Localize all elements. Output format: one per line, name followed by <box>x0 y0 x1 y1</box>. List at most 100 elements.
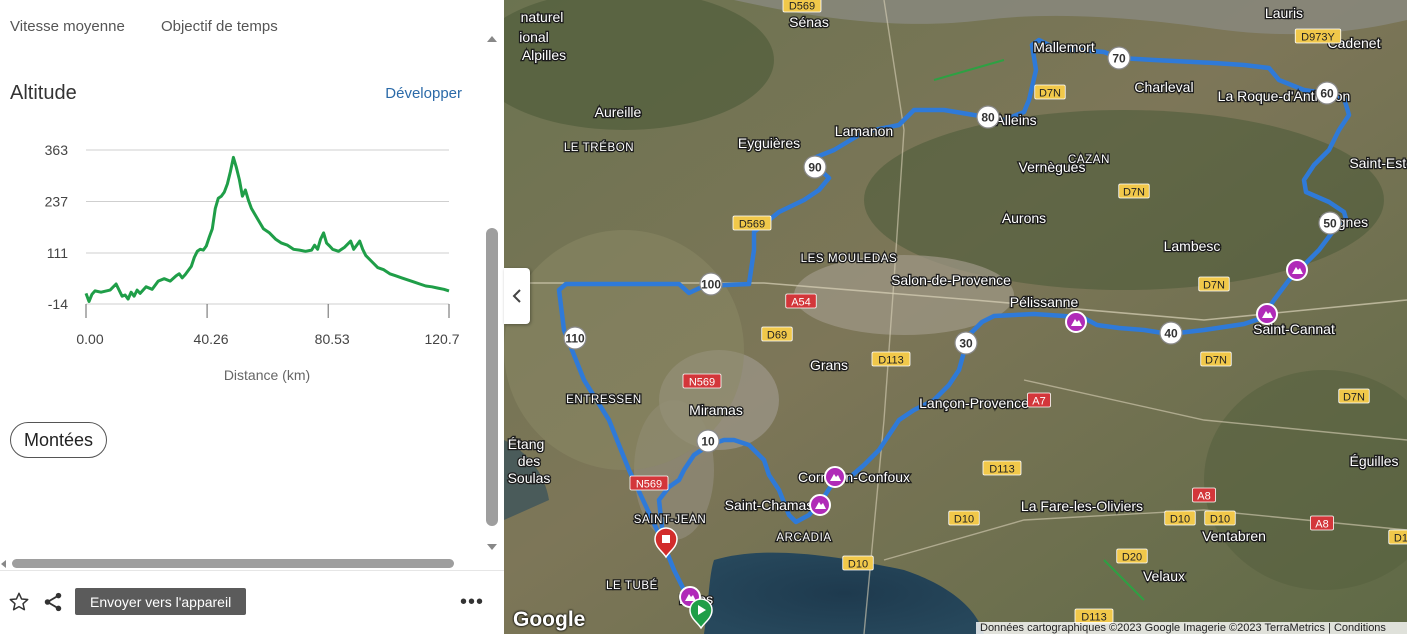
avg-speed-label: Vitesse moyenne <box>10 18 125 35</box>
collapse-panel-button[interactable] <box>504 268 530 324</box>
place-label: Cornillon-Confoux <box>798 469 910 485</box>
hscroll-thumb[interactable] <box>12 559 454 568</box>
km-marker: 60 <box>1315 81 1339 105</box>
place-label: LES MOULEDAS <box>801 253 898 265</box>
road-shield: D7N <box>1200 351 1232 367</box>
place-label: Alpilles <box>522 47 566 63</box>
road-label: D10 <box>1170 514 1190 526</box>
climb-marker-icon <box>809 494 831 516</box>
altitude-line <box>84 155 450 303</box>
road-label: D7N <box>1343 392 1365 404</box>
y-axis-ticks: 363 237 111 -14 <box>45 142 69 312</box>
place-label: Miramas <box>689 402 743 418</box>
road-label: D10 <box>848 559 868 571</box>
scroll-left-icon[interactable] <box>1 560 6 568</box>
road-shield: D973Y <box>1294 28 1342 44</box>
place-label: Ventabren <box>1202 528 1266 544</box>
road-label: D69 <box>767 330 787 342</box>
road-shield: D10 <box>1388 529 1407 545</box>
y-tick-label: 111 <box>47 245 68 261</box>
road-shield: D20 <box>1116 548 1148 564</box>
place-label: Charleval <box>1134 79 1193 95</box>
x-tick-label: 120.7 <box>424 331 459 347</box>
road-label: D569 <box>739 219 765 231</box>
road-label: A8 <box>1197 491 1210 503</box>
road-shield: D10 <box>1164 510 1196 526</box>
km-marker-label: 60 <box>1320 87 1334 101</box>
road-shield: D113 <box>871 351 911 367</box>
altitude-series <box>84 155 450 303</box>
road-label: D7N <box>1123 187 1145 199</box>
google-logo: Google <box>513 608 586 631</box>
road-shield: D569 <box>782 0 822 13</box>
x-tick-label: 80.53 <box>315 331 350 347</box>
road-label: D20 <box>1122 552 1142 564</box>
climb-marker-icon <box>824 466 846 488</box>
road-shield: A54 <box>785 293 817 309</box>
scroll-thumb[interactable] <box>486 228 498 526</box>
place-label: Saint-Chamas <box>725 497 814 513</box>
share-icon[interactable] <box>42 591 64 613</box>
place-label: Pélissanne <box>1010 294 1079 310</box>
road-shield: D113 <box>982 460 1022 476</box>
road-label: N569 <box>689 377 715 389</box>
horizontal-scrollbar[interactable] <box>0 556 480 570</box>
star-icon[interactable] <box>8 591 30 613</box>
km-marker: 10 <box>696 429 720 453</box>
km-marker-label: 90 <box>808 161 822 175</box>
place-label: Lamanon <box>835 123 893 139</box>
expand-link[interactable]: Développer <box>385 85 462 102</box>
road-label: D7N <box>1203 280 1225 292</box>
road-shield: A8 <box>1310 515 1334 531</box>
place-label: CAZAN <box>1068 154 1110 166</box>
road-shield: A7 <box>1027 392 1051 408</box>
place-label: ARCADIA <box>776 532 831 544</box>
place-label: LE TUBÉ <box>606 579 658 592</box>
km-marker-label: 100 <box>701 278 721 292</box>
climbs-button[interactable]: Montées <box>10 422 108 458</box>
route-details-panel: Vitesse moyenne Objectif de temps Altitu… <box>0 0 504 634</box>
place-label: Éguilles <box>1349 453 1398 469</box>
map-view[interactable]: Sénas Lauris Cadenet naturel ional Alpilles Ch… <box>504 0 1407 634</box>
satellite-map[interactable]: SénasLaurisCadenetnaturelionalAlpillesCh… <box>504 0 1407 634</box>
map-attribution[interactable]: Données cartographiques ©2023 Google Ima… <box>976 622 1407 634</box>
scroll-down-icon[interactable] <box>487 544 497 550</box>
road-shield: D7N <box>1198 276 1230 292</box>
road-label: N569 <box>636 479 662 491</box>
road-label: A7 <box>1032 396 1045 408</box>
place-label: Salon-de-Provence <box>891 272 1011 288</box>
km-marker-label: 10 <box>701 435 715 449</box>
send-to-device-button[interactable]: Envoyer vers l'appareil <box>75 588 247 615</box>
road-shield: D7N <box>1034 84 1066 100</box>
km-marker-label: 40 <box>1164 327 1178 341</box>
climb-marker-icon <box>1286 259 1308 281</box>
x-axis-ticks: 0.00 40.26 80.53 120.7 <box>76 304 460 347</box>
scroll-up-icon[interactable] <box>487 36 497 42</box>
bottom-toolbar: Envoyer vers l'appareil ••• <box>0 570 504 634</box>
km-marker-label: 50 <box>1323 217 1337 231</box>
road-label: D10 <box>1210 514 1230 526</box>
altitude-title: Altitude <box>10 82 77 104</box>
climb-marker-icon <box>1256 303 1278 325</box>
x-axis-label: Distance (km) <box>224 367 310 383</box>
road-label: D7N <box>1205 355 1227 367</box>
km-marker: 80 <box>976 105 1000 129</box>
y-tick-label: 363 <box>45 142 69 158</box>
road-shield: D7N <box>1118 183 1150 199</box>
place-label: La Fare-les-Oliviers <box>1021 498 1143 514</box>
road-label: D7N <box>1039 88 1061 100</box>
road-shield: A8 <box>1192 487 1216 503</box>
place-label: Soulas <box>508 470 551 486</box>
place-label: Eyguières <box>738 135 800 151</box>
place-label: naturel <box>521 9 564 25</box>
altitude-chart: 363 237 111 -14 0.00 40.26 80.53 120.7 Distanc… <box>45 142 460 383</box>
more-options-icon[interactable]: ••• <box>460 591 484 614</box>
chart-grid <box>86 149 449 305</box>
vertical-scrollbar[interactable] <box>483 30 501 555</box>
x-tick-label: 40.26 <box>194 331 229 347</box>
place-label: SAINT-JEAN <box>634 514 706 526</box>
road-label: D10 <box>954 514 974 526</box>
road-label: A54 <box>791 297 811 309</box>
road-shield: N569 <box>682 373 722 389</box>
road-shield: D10 <box>1204 510 1236 526</box>
